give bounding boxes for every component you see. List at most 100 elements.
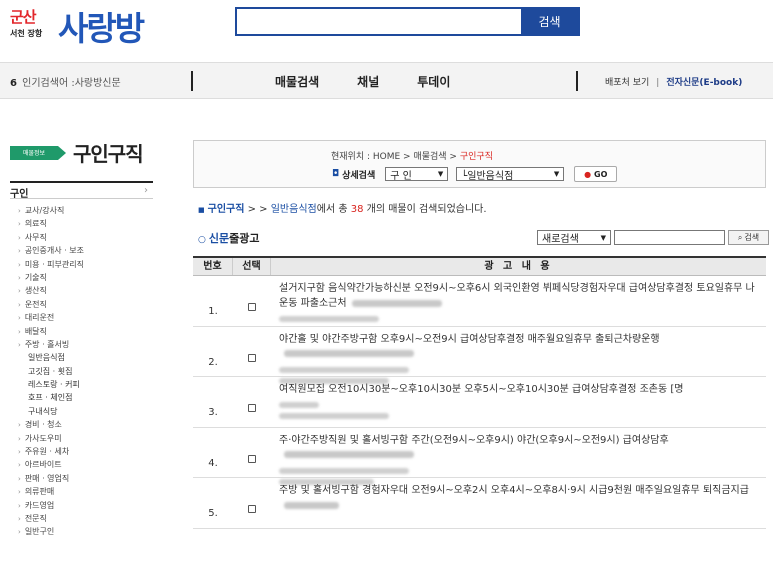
ebook-link[interactable]: 전자신문(E-book) <box>666 78 742 88</box>
sidebar-item[interactable]: › 배달직 <box>18 326 84 339</box>
sidebar-item-label: 호프 · 체인점 <box>28 393 73 403</box>
row-number: 4. <box>208 457 218 469</box>
sidebar-item-label: 일반음식점 <box>28 353 65 363</box>
row-checkbox[interactable] <box>248 353 256 362</box>
result-summary: ■ 구인구직 > > 일반음식점에서 총 38 개의 매물이 검색되었습니다. <box>198 200 487 215</box>
chevron-down-icon: ▼ <box>553 170 560 178</box>
logo-region: 서천 장항 <box>10 29 43 38</box>
sidebar-item[interactable]: 호프 · 체인점 <box>18 392 84 405</box>
sidebar-item-label: 배달직 <box>24 326 47 336</box>
chevron-right-icon: › <box>144 185 148 196</box>
ad-content[interactable]: 여직원모집 오전10시30분~오후10시30분 오후5시~오후10시30분 급여… <box>271 377 766 427</box>
sidebar-item-label: 가사도우미 <box>24 433 62 443</box>
ads-search-button[interactable]: ⌕ 검색 <box>728 230 769 245</box>
result-category[interactable]: 구인구직 <box>208 204 245 215</box>
go-label: GO <box>594 169 608 179</box>
sidebar-item-label: 판매 · 영업직 <box>24 473 70 483</box>
sidebar-item[interactable]: › 교사/강사직 <box>18 205 84 218</box>
sidebar-list: › 교사/강사직 › 의료직 › 사무직 › 공인중개사 · 보조 › 미용 · 피부관리직 › 기술… <box>18 205 84 540</box>
sidebar-item[interactable]: › 사무직 <box>18 232 84 245</box>
sidebar-item[interactable]: 레스토랑 · 커피 <box>18 379 84 392</box>
ad-content[interactable]: 주·야간주방직원 및 홀서빙구함 주간(오전9시~오후9시) 야간(오후9시~오… <box>271 428 766 485</box>
sidebar-item[interactable]: › 운전직 <box>18 299 84 312</box>
sidebar-item[interactable]: › 의료직 <box>18 218 84 231</box>
ad-content[interactable]: 주방 및 홀서빙구함 경험자우대 오전9시~오후2시 오후4시~오후8시·9시 … <box>271 478 766 528</box>
sidebar-item[interactable]: › 가사도우미 <box>18 433 84 446</box>
sidebar-item[interactable]: › 일반구인 <box>18 526 84 539</box>
header-content: 광 고 내 용 <box>484 261 553 272</box>
sidebar-item-label: 공인중개사 · 보조 <box>24 246 84 256</box>
table-row[interactable]: 5. 주방 및 홀서빙구함 경험자우대 오전9시~오후2시 오후4시~오후8시·9… <box>193 478 766 529</box>
sidebar-category[interactable]: 구인 › <box>10 181 153 200</box>
top-search-input[interactable] <box>237 9 521 34</box>
distribution-link[interactable]: 배포처 보기 <box>605 78 649 88</box>
chevron-right-icon: › <box>18 514 21 523</box>
row-checkbox[interactable] <box>248 454 256 463</box>
row-number: 2. <box>208 356 218 368</box>
sidebar-item[interactable]: › 공인중개사 · 보조 <box>18 245 84 258</box>
site-logo[interactable]: 군산 서천 장항 사랑방 <box>10 6 170 48</box>
category-select[interactable]: 구 인 ▼ <box>385 167 449 182</box>
sidebar-item-label: 생산직 <box>24 286 47 296</box>
sidebar-item[interactable]: › 카드영업 <box>18 500 84 513</box>
square-bullet-icon: ◘ <box>332 169 340 179</box>
sidebar-item[interactable]: › 판매 · 영업직 <box>18 473 84 486</box>
sidebar-item[interactable]: › 대리운전 <box>18 312 84 325</box>
redacted-text <box>351 299 442 307</box>
sidebar-item[interactable]: 구내식당 <box>18 406 84 419</box>
table-body: 1. 설거지구함 음식약간가능하신분 오전9시~오후6시 외국인환영 뷔페식당경험… <box>193 276 766 529</box>
circle-outline-icon: ○ <box>198 235 206 245</box>
go-button[interactable]: ● GO <box>574 166 618 182</box>
sidebar-item[interactable]: › 기술직 <box>18 272 84 285</box>
result-count: 38 <box>350 204 364 215</box>
sidebar-item[interactable]: › 생산직 <box>18 285 84 298</box>
sidebar-item-label: 고깃집 · 횟집 <box>28 366 73 376</box>
table-row[interactable]: 4. 주·야간주방직원 및 홀서빙구함 주간(오전9시~오후9시) 야간(오후9시… <box>193 428 766 485</box>
sidebar-category-label: 구인 <box>10 189 29 200</box>
sidebar-item[interactable]: › 경비 · 청소 <box>18 419 84 432</box>
ad-content[interactable]: 야간홀 및 야간주방구함 오후9시~오전9시 급여상담후결정 매주월요일휴무 출… <box>271 327 766 384</box>
separator: | <box>656 78 660 88</box>
sidebar-item[interactable]: › 전문직 <box>18 513 84 526</box>
row-checkbox[interactable] <box>248 303 256 311</box>
result-text-tail: 개의 매물이 검색되었습니다. <box>363 204 487 215</box>
nav-bar: 6 인기검색어 :사랑방신문 매물검색 채널 투데이 배포처 보기 | 전자신문(E… <box>0 62 773 99</box>
ad-content[interactable]: 설거지구함 음식약간가능하신분 오전9시~오후6시 외국인환영 뷔페식당경험자우… <box>271 276 766 326</box>
sidebar-item[interactable]: › 주유원 · 세차 <box>18 446 84 459</box>
ads-search-select[interactable]: 새로검색 ▼ <box>537 230 611 245</box>
row-checkbox[interactable] <box>248 505 256 513</box>
ads-search-button-label: 검색 <box>744 233 760 242</box>
subcategory-select-value: └일반음식점 <box>461 170 514 182</box>
chevron-right-icon: › <box>18 474 21 483</box>
chevron-right-icon: › <box>18 260 21 269</box>
nav-item-today[interactable]: 투데이 <box>417 73 450 90</box>
result-subcategory[interactable]: 일반음식점 <box>271 204 317 215</box>
popular-search[interactable]: 6 인기검색어 :사랑방신문 <box>10 74 121 89</box>
subcategory-select[interactable]: └일반음식점 ▼ <box>456 167 565 182</box>
redacted-text <box>279 402 319 408</box>
nav-item-channel[interactable]: 채널 <box>357 73 379 90</box>
sidebar-item[interactable]: › 주방 · 홀서빙 <box>18 339 84 352</box>
nav-item-listings[interactable]: 매물검색 <box>275 73 319 90</box>
table-row[interactable]: 1. 설거지구함 음식약간가능하신분 오전9시~오후6시 외국인환영 뷔페식당경험… <box>193 276 766 327</box>
redacted-phone <box>279 316 379 322</box>
sidebar-item[interactable]: › 아르바이트 <box>18 459 84 472</box>
table-row[interactable]: 3. 여직원모집 오전10시30분~오후10시30분 오후5시~오후10시30분 … <box>193 377 766 428</box>
top-search-button[interactable]: 검색 <box>521 9 578 34</box>
ads-search-input[interactable] <box>614 230 725 245</box>
sidebar-item-label: 미용 · 피부관리직 <box>24 259 84 269</box>
sidebar-item[interactable]: › 미용 · 피부관리직 <box>18 259 84 272</box>
table-row[interactable]: 2. 야간홀 및 야간주방구함 오후9시~오전9시 급여상담후결정 매주월요일휴무… <box>193 327 766 384</box>
sidebar-item-label: 경비 · 청소 <box>24 420 62 430</box>
chevron-right-icon: › <box>18 501 21 510</box>
circle-icon: ● <box>584 169 592 179</box>
sidebar-item[interactable]: › 의류판매 <box>18 486 84 499</box>
row-checkbox[interactable] <box>248 404 256 412</box>
chevron-right-icon: › <box>18 207 21 215</box>
chevron-right-icon: › <box>18 488 21 497</box>
breadcrumb: 현재위치 : HOME > 매물검색 > 구인구직 <box>331 149 493 162</box>
chevron-right-icon: › <box>18 220 21 229</box>
breadcrumb-current[interactable]: 구인구직 <box>460 152 493 162</box>
sidebar-item[interactable]: 고깃집 · 횟집 <box>18 366 84 379</box>
sidebar-item[interactable]: 일반음식점 <box>18 352 84 365</box>
